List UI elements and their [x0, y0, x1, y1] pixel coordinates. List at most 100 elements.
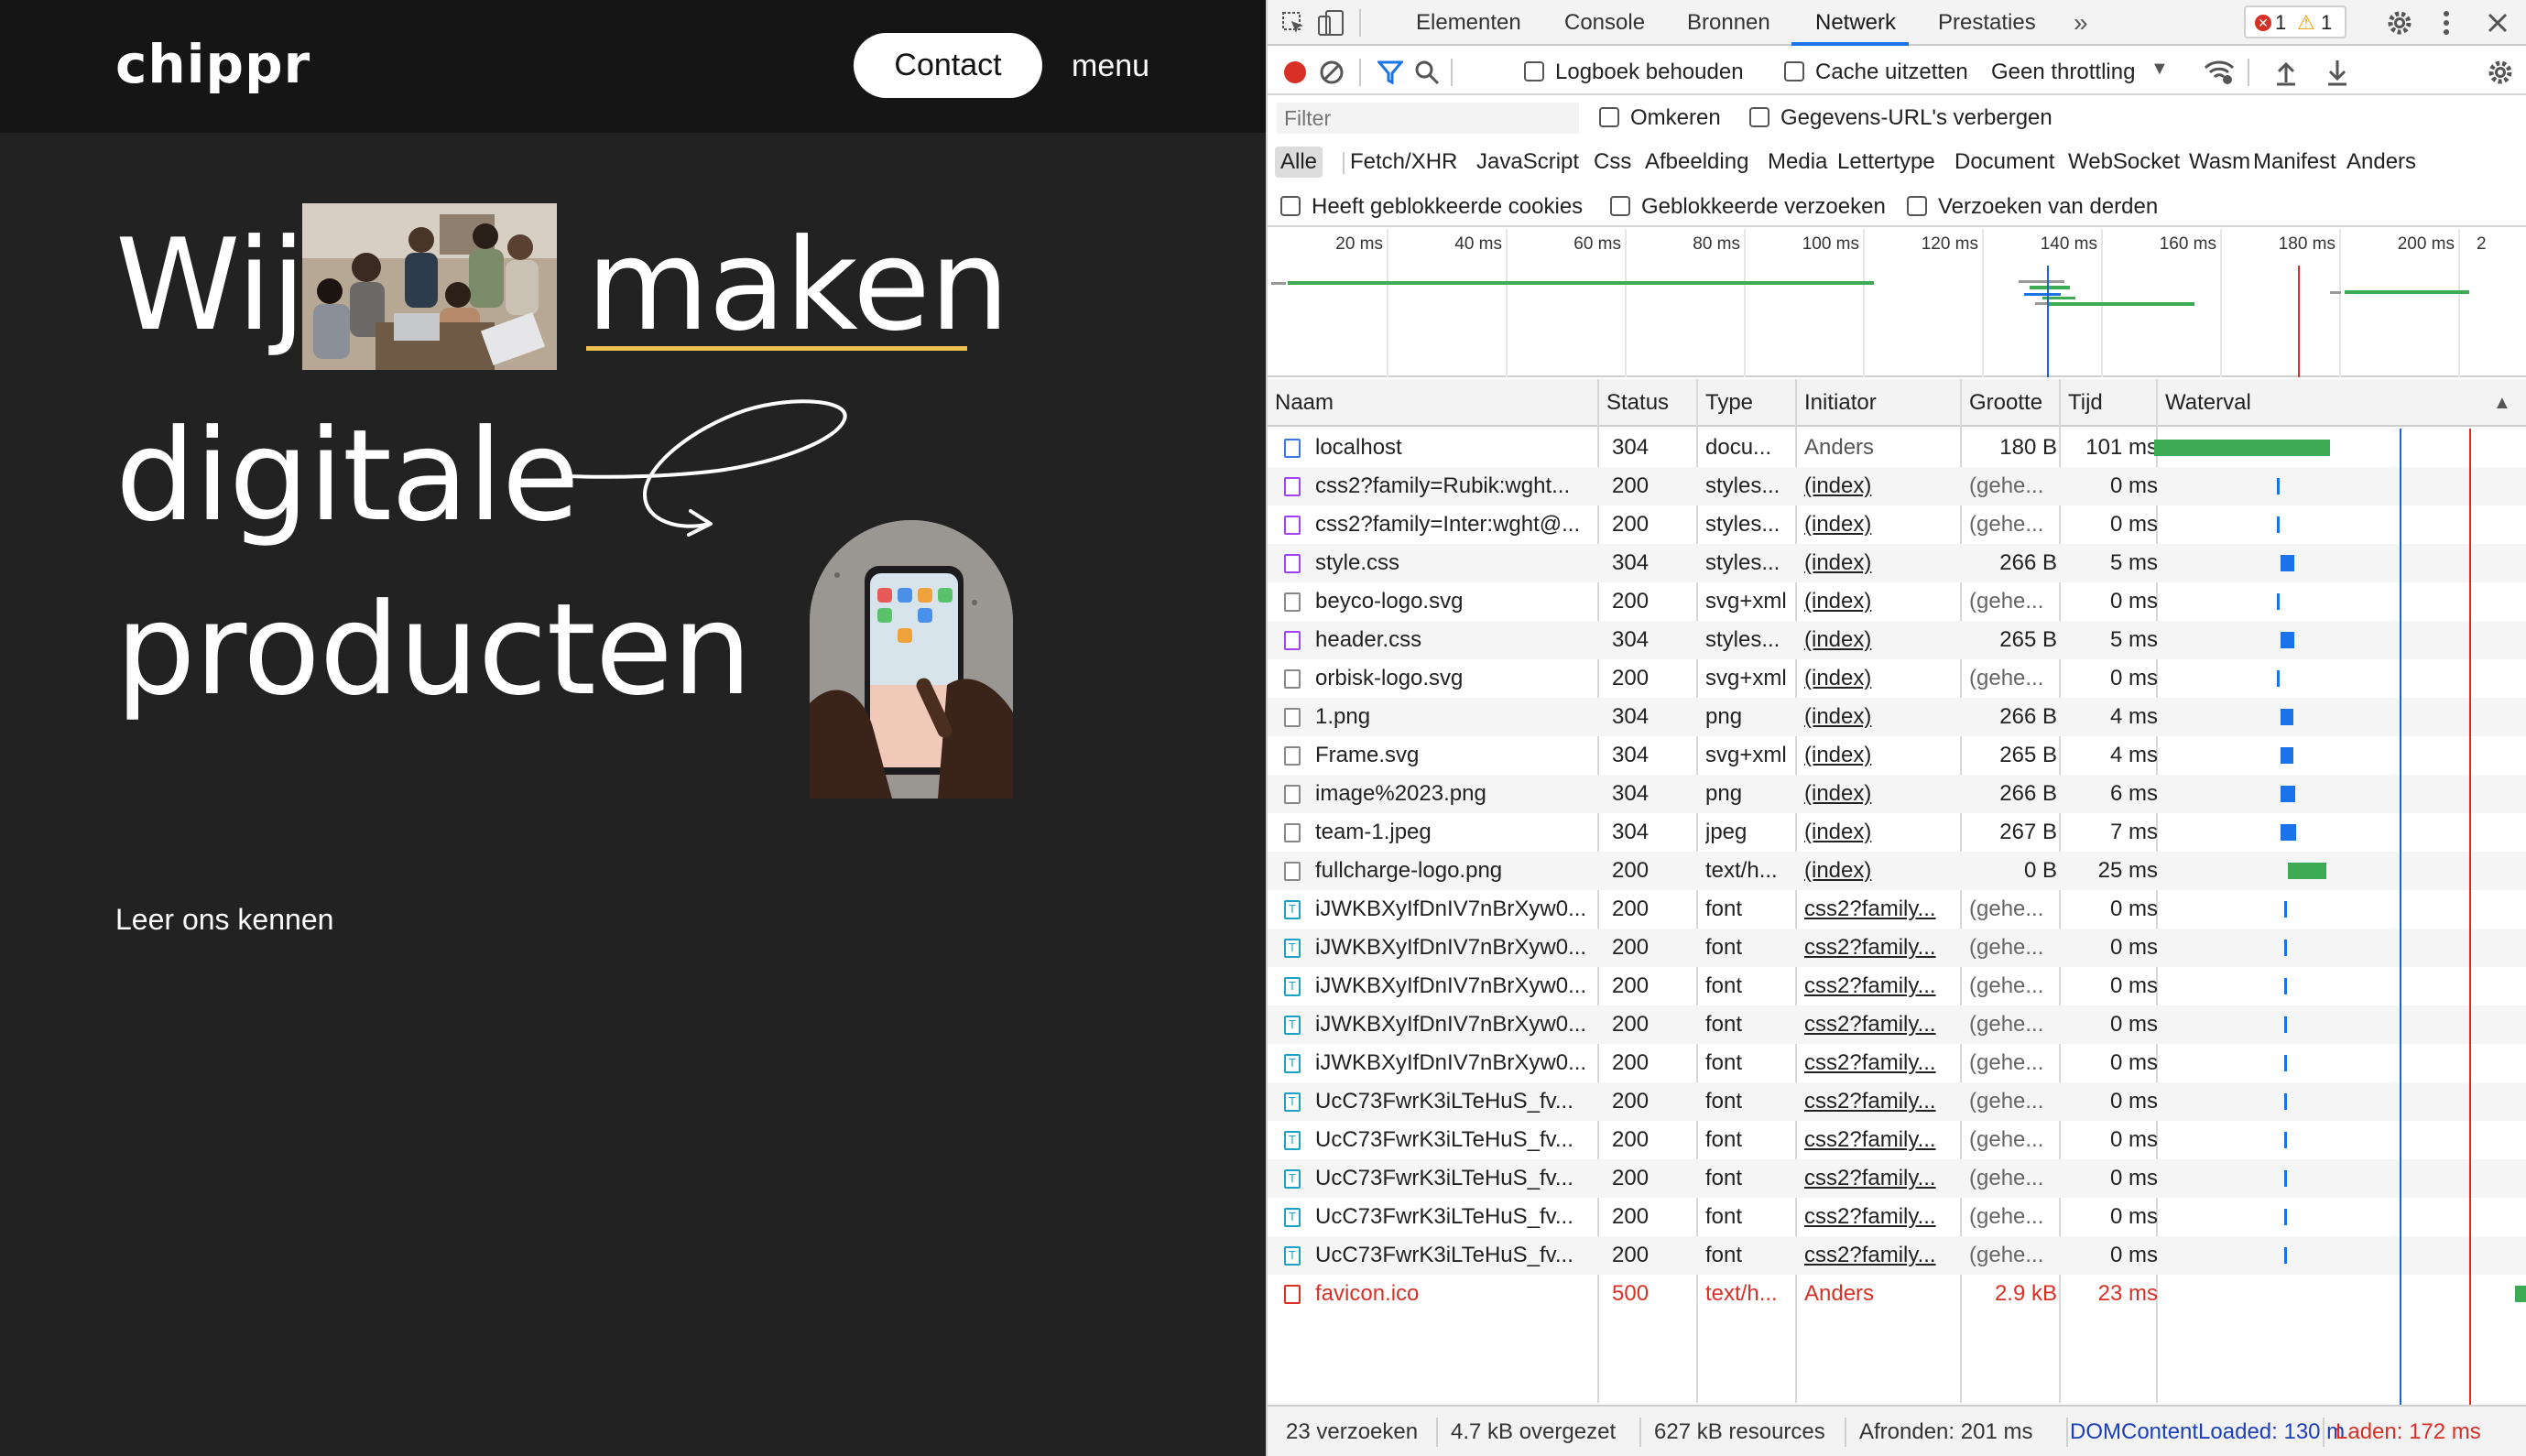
request-initiator[interactable]: (index) — [1804, 852, 1951, 890]
request-row[interactable]: localhost 304 docu... Anders 180 B 101 ms — [1268, 429, 2526, 467]
request-row[interactable]: orbisk-logo.svg 200 svg+xml (index) (gehe...… — [1268, 659, 2526, 698]
request-initiator[interactable]: css2?family... — [1804, 1005, 1951, 1044]
waterfall-bar — [2284, 1247, 2287, 1264]
request-row[interactable]: TiJWKBXyIfDnIV7nBrXyw0... 200 font css2?fam… — [1268, 1044, 2526, 1082]
import-har-icon[interactable] — [2275, 59, 2297, 86]
tab-console[interactable]: Console — [1564, 0, 1645, 46]
issues-counter[interactable]: ✕ 1 ⚠ 1 — [2244, 5, 2346, 38]
sort-ascending-icon[interactable]: ▲ — [2486, 379, 2511, 427]
type-filter-all[interactable]: Alle — [1275, 147, 1323, 178]
request-initiator[interactable]: (index) — [1804, 775, 1951, 813]
tab-bronnen[interactable]: Bronnen — [1687, 0, 1770, 46]
request-row[interactable]: image%2023.png 304 png (index) 266 B 6 ms — [1268, 775, 2526, 813]
request-row[interactable]: T UcC73FwrK3iLTeHuS_fv... 200 font css2?fami… — [1268, 1236, 2526, 1275]
request-initiator[interactable]: (index) — [1804, 813, 1951, 852]
menu-button[interactable]: menu — [1072, 48, 1149, 84]
kebab-menu-icon[interactable] — [2440, 9, 2453, 37]
request-initiator[interactable]: css2?family... — [1804, 967, 1951, 1005]
close-icon[interactable] — [2486, 11, 2510, 35]
request-initiator[interactable]: css2?family... — [1804, 1044, 1951, 1082]
request-row[interactable]: favicon.ico 500 text/h... Anders 2.9 kB 23 ms — [1268, 1275, 2526, 1313]
inspect-element-icon[interactable] — [1280, 10, 1306, 36]
type-filter-other[interactable]: Anders — [2341, 147, 2422, 178]
hide-data-urls-checkbox[interactable] — [1749, 107, 1769, 127]
request-initiator[interactable]: (index) — [1804, 505, 1951, 544]
type-filter-document[interactable]: Document — [1949, 147, 2060, 178]
request-row[interactable]: style.css 304 styles... (index) 266 B 5 ms — [1268, 544, 2526, 582]
type-filter-websocket[interactable]: WebSocket — [2063, 147, 2185, 178]
disable-cache-checkbox[interactable] — [1784, 61, 1804, 81]
blocked-requests-checkbox[interactable] — [1610, 196, 1630, 216]
type-filter-javascript[interactable]: JavaScript — [1471, 147, 1584, 178]
request-initiator[interactable]: (index) — [1804, 467, 1951, 505]
learn-about-us-link[interactable]: Leer ons kennen — [115, 901, 333, 938]
type-filter-fetch-xhr[interactable]: Fetch/XHR — [1345, 147, 1463, 178]
request-row[interactable]: team-1.jpeg 304 jpeg (index) 267 B 7 ms — [1268, 813, 2526, 852]
type-filter-css[interactable]: Css — [1588, 147, 1637, 178]
request-initiator[interactable]: css2?family... — [1804, 890, 1951, 929]
request-initiator[interactable]: css2?family... — [1804, 1198, 1951, 1236]
search-icon[interactable] — [1414, 60, 1440, 85]
type-filter-image[interactable]: Afbeelding — [1639, 147, 1754, 178]
type-filter-font[interactable]: Lettertype — [1832, 147, 1941, 178]
request-initiator[interactable]: css2?family... — [1804, 1159, 1951, 1198]
request-initiator[interactable]: css2?family... — [1804, 1082, 1951, 1121]
filter-input[interactable] — [1277, 103, 1579, 134]
column-initiator-header[interactable]: Initiator — [1797, 379, 1877, 427]
column-waterfall-header[interactable]: Waterval — [2158, 379, 2251, 427]
invert-checkbox[interactable] — [1599, 107, 1619, 127]
preserve-log-checkbox[interactable] — [1524, 61, 1544, 81]
request-row[interactable]: TiJWKBXyIfDnIV7nBrXyw0... 200 font css2?fam… — [1268, 1005, 2526, 1044]
request-initiator[interactable]: css2?family... — [1804, 1236, 1951, 1275]
tab-elementen[interactable]: Elementen — [1416, 0, 1521, 46]
column-name-header[interactable]: Naam — [1268, 379, 1334, 427]
type-filter-wasm[interactable]: Wasm — [2183, 147, 2256, 178]
request-initiator[interactable]: (index) — [1804, 736, 1951, 775]
column-time-header[interactable]: Tijd — [2061, 379, 2103, 427]
filter-icon[interactable] — [1377, 60, 1403, 84]
site-logo[interactable]: chippr — [115, 33, 310, 95]
request-row[interactable]: css2?family=Rubik:wght... 200 styles... (in… — [1268, 467, 2526, 505]
export-har-icon[interactable] — [2326, 59, 2348, 86]
request-initiator[interactable]: (index) — [1804, 621, 1951, 659]
throttling-select[interactable]: Geen throttling ▼ — [1991, 57, 2174, 88]
more-tabs-button[interactable]: » — [2074, 0, 2088, 46]
request-row[interactable]: TiJWKBXyIfDnIV7nBrXyw0... 200 font css2?fam… — [1268, 890, 2526, 929]
request-row[interactable]: fullcharge-logo.png 200 text/h... (index) 0 … — [1268, 852, 2526, 890]
blocked-cookies-checkbox[interactable] — [1280, 196, 1301, 216]
request-initiator[interactable]: css2?family... — [1804, 1121, 1951, 1159]
network-conditions-icon[interactable] — [2204, 59, 2235, 86]
contact-button[interactable]: Contact — [854, 33, 1042, 98]
column-size-header[interactable]: Grootte — [1962, 379, 2042, 427]
request-row[interactable]: TiJWKBXyIfDnIV7nBrXyw0... 200 font css2?fam… — [1268, 967, 2526, 1005]
request-row[interactable]: T UcC73FwrK3iLTeHuS_fv... 200 font css2?fami… — [1268, 1198, 2526, 1236]
request-row[interactable]: 1.png 304 png (index) 266 B 4 ms — [1268, 698, 2526, 736]
record-icon[interactable] — [1282, 60, 1308, 85]
settings-gear-icon[interactable] — [2385, 8, 2414, 38]
device-toolbar-icon[interactable] — [1317, 9, 1345, 37]
tab-prestaties[interactable]: Prestaties — [1938, 0, 2036, 46]
network-settings-gear-icon[interactable] — [2486, 58, 2515, 87]
type-filter-manifest[interactable]: Manifest — [2248, 147, 2342, 178]
tab-netwerk[interactable]: Netwerk — [1815, 0, 1896, 46]
clear-icon[interactable] — [1319, 60, 1345, 85]
column-status-header[interactable]: Status — [1599, 379, 1669, 427]
request-initiator[interactable]: (index) — [1804, 698, 1951, 736]
overview-timeline[interactable]: 20 ms 40 ms 60 ms 80 ms 100 ms 120 ms 140 ms 16… — [1268, 229, 2526, 377]
request-initiator[interactable]: (index) — [1804, 544, 1951, 582]
request-initiator[interactable]: css2?family... — [1804, 929, 1951, 967]
type-filter-media[interactable]: Media — [1762, 147, 1833, 178]
column-type-header[interactable]: Type — [1698, 379, 1753, 427]
request-row[interactable]: css2?family=Inter:wght@... 200 styles... (i… — [1268, 505, 2526, 544]
request-row[interactable]: T UcC73FwrK3iLTeHuS_fv... 200 font css2?fami… — [1268, 1121, 2526, 1159]
request-row[interactable]: T UcC73FwrK3iLTeHuS_fv... 200 font css2?fami… — [1268, 1159, 2526, 1198]
request-initiator[interactable]: (index) — [1804, 659, 1951, 698]
dom-content-loaded-marker — [2400, 429, 2401, 1405]
request-row[interactable]: TiJWKBXyIfDnIV7nBrXyw0... 200 font css2?fam… — [1268, 929, 2526, 967]
third-party-checkbox[interactable] — [1907, 196, 1927, 216]
request-row[interactable]: T UcC73FwrK3iLTeHuS_fv... 200 font css2?fami… — [1268, 1082, 2526, 1121]
request-row[interactable]: Frame.svg 304 svg+xml (index) 265 B 4 ms — [1268, 736, 2526, 775]
request-row[interactable]: header.css 304 styles... (index) 265 B 5 ms — [1268, 621, 2526, 659]
request-initiator[interactable]: (index) — [1804, 582, 1951, 621]
request-row[interactable]: beyco-logo.svg 200 svg+xml (index) (gehe... 0… — [1268, 582, 2526, 621]
